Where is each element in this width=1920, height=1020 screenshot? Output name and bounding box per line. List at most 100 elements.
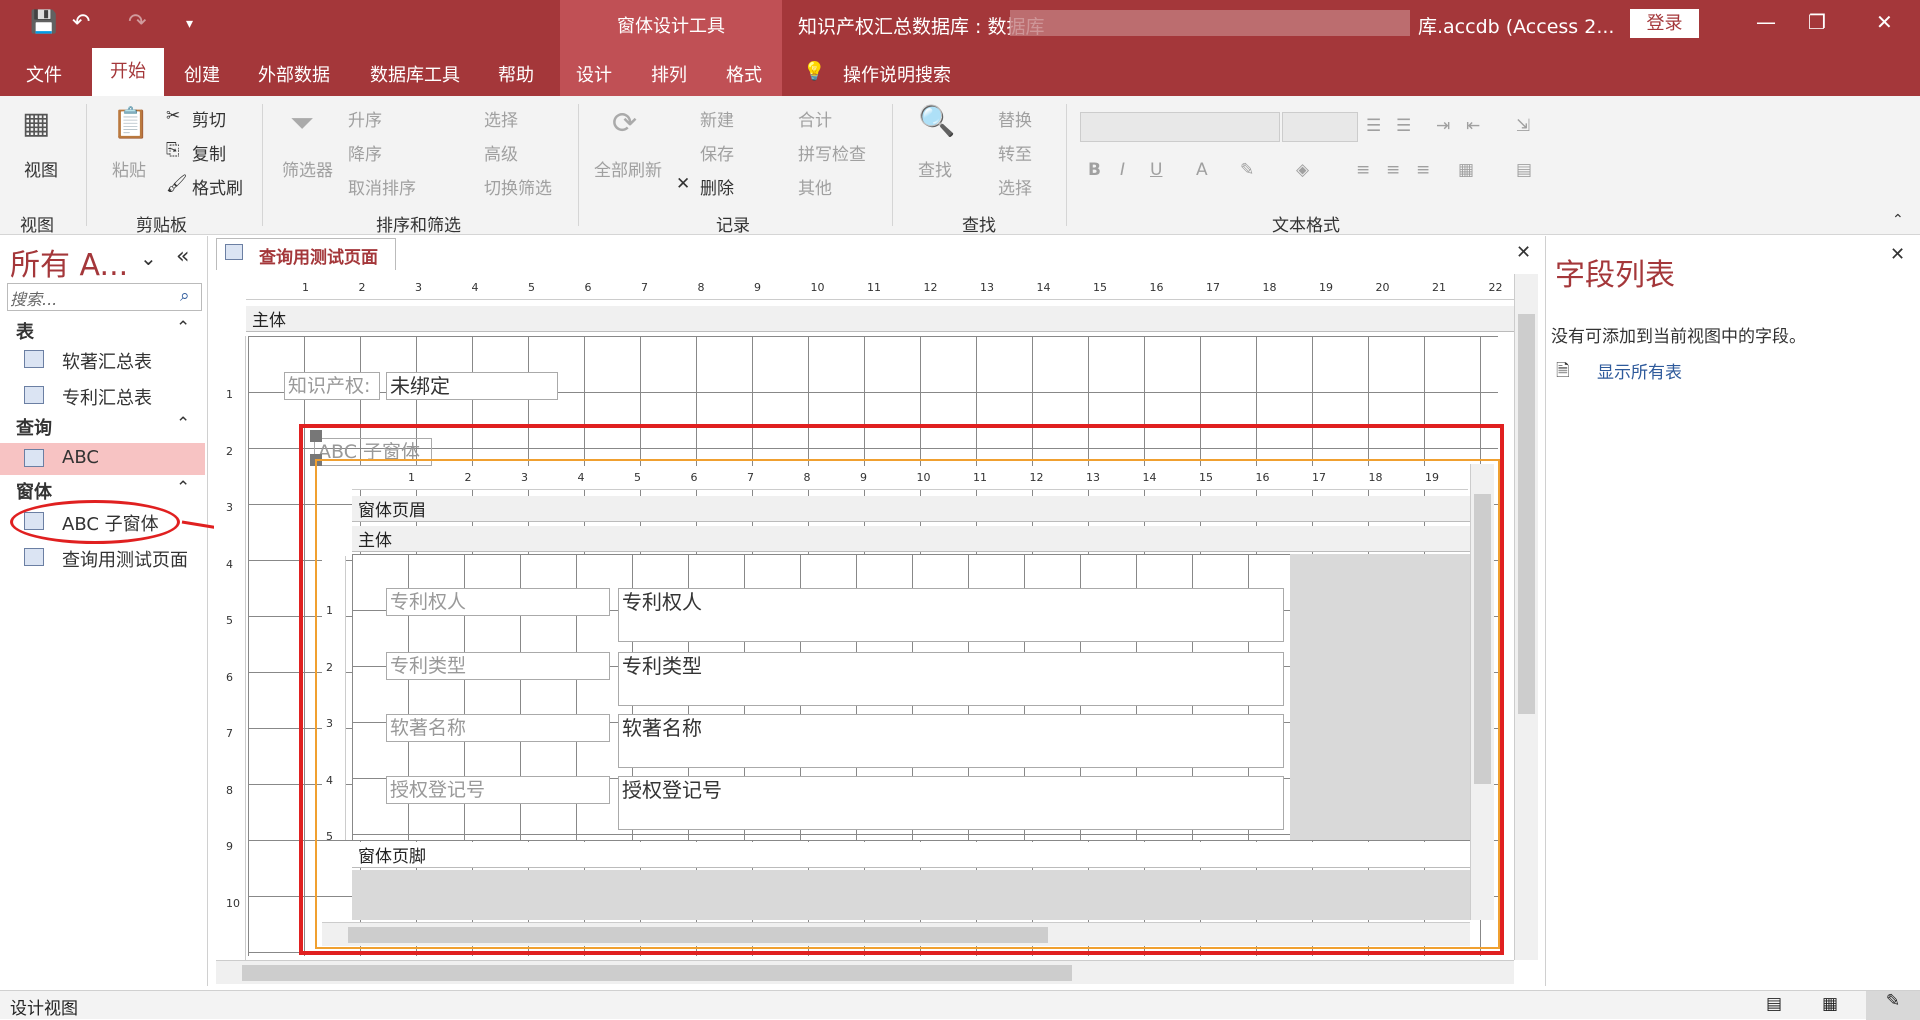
- gridlines-icon[interactable]: ▦: [1458, 160, 1474, 180]
- tab-create[interactable]: 创建: [184, 61, 220, 87]
- bullets-icon[interactable]: ☰: [1366, 116, 1381, 136]
- more-button[interactable]: 其他: [798, 174, 832, 199]
- italic-button[interactable]: I: [1120, 160, 1125, 180]
- alternate-row-icon[interactable]: ▤: [1516, 160, 1532, 180]
- tab-database-tools[interactable]: 数据库工具: [370, 61, 460, 87]
- delete-record-button[interactable]: 删除: [700, 174, 734, 199]
- field-textbox[interactable]: 专利类型: [618, 652, 1284, 706]
- align-right-icon[interactable]: ≡: [1416, 160, 1430, 180]
- search-icon[interactable]: ⌕: [180, 286, 190, 306]
- copy-button[interactable]: 复制: [192, 140, 226, 165]
- highlight-icon[interactable]: ✎: [1240, 160, 1254, 180]
- collapse-ribbon-icon[interactable]: ⌃: [1892, 212, 1904, 228]
- tab-design[interactable]: 设计: [576, 61, 612, 87]
- field-label[interactable]: 专利类型: [386, 652, 610, 680]
- tab-external-data[interactable]: 外部数据: [258, 61, 330, 87]
- advanced-filter-button[interactable]: 高级: [484, 140, 518, 165]
- sort-descending-button[interactable]: 降序: [348, 140, 382, 165]
- refresh-all-icon[interactable]: ⟳: [612, 106, 637, 141]
- tab-file[interactable]: 文件: [26, 61, 62, 87]
- nav-section-tables[interactable]: 表: [16, 318, 34, 344]
- cut-icon[interactable]: ✂: [166, 106, 180, 126]
- login-button[interactable]: 登录: [1630, 9, 1699, 38]
- new-record-button[interactable]: 新建: [700, 106, 734, 131]
- replace-button[interactable]: 替换: [998, 106, 1032, 131]
- save-record-button[interactable]: 保存: [700, 140, 734, 165]
- chevron-up-icon[interactable]: ⌃: [176, 478, 190, 498]
- nav-section-forms[interactable]: 窗体: [16, 478, 52, 504]
- format-painter-icon[interactable]: 🖌: [166, 174, 188, 194]
- font-name-combo[interactable]: [1080, 112, 1280, 142]
- form-vertical-scrollbar[interactable]: [1514, 274, 1538, 960]
- delete-icon[interactable]: ✕: [676, 174, 690, 194]
- subform-horizontal-scrollbar[interactable]: [322, 922, 1470, 946]
- field-label[interactable]: 软著名称: [386, 714, 610, 742]
- design-view-icon[interactable]: ✎: [1866, 991, 1920, 1020]
- field-label[interactable]: 专利权人: [386, 588, 610, 616]
- fill-color-icon[interactable]: ◈: [1296, 160, 1309, 180]
- restore-icon[interactable]: ❐: [1808, 10, 1826, 34]
- close-field-list-icon[interactable]: ✕: [1890, 244, 1905, 265]
- remove-sort-button[interactable]: 取消排序: [348, 174, 416, 199]
- font-size-combo[interactable]: [1282, 112, 1358, 142]
- customize-quick-access-icon[interactable]: ▾: [186, 16, 193, 32]
- refresh-all-button[interactable]: 全部刷新: [594, 156, 662, 181]
- outdent-icon[interactable]: ⇤: [1466, 116, 1480, 136]
- tab-arrange[interactable]: 排列: [651, 61, 687, 87]
- font-color-icon[interactable]: A: [1196, 160, 1208, 180]
- chevron-up-icon[interactable]: ⌃: [176, 318, 190, 338]
- nav-menu-icon[interactable]: ⌄: [140, 246, 157, 270]
- view-icon[interactable]: ▦: [22, 106, 50, 141]
- redo-icon[interactable]: ↷: [128, 10, 146, 35]
- close-document-icon[interactable]: ✕: [1516, 242, 1531, 263]
- collapse-pane-icon[interactable]: «: [176, 244, 189, 269]
- totals-button[interactable]: 合计: [798, 106, 832, 131]
- view-button[interactable]: 视图: [24, 156, 58, 181]
- spelling-button[interactable]: 拼写检查: [798, 140, 866, 165]
- chevron-up-icon[interactable]: ⌃: [176, 414, 190, 434]
- align-center-icon[interactable]: ≡: [1386, 160, 1400, 180]
- close-window-icon[interactable]: ✕: [1876, 10, 1893, 34]
- sort-ascending-button[interactable]: 升序: [348, 106, 382, 131]
- layout-view-icon[interactable]: ▦: [1822, 994, 1838, 1014]
- copy-icon[interactable]: ⎘: [166, 140, 180, 160]
- minimize-icon[interactable]: —: [1756, 10, 1776, 34]
- nav-item-query[interactable]: ABC: [0, 443, 205, 475]
- nav-section-queries[interactable]: 查询: [16, 414, 52, 440]
- format-painter-button[interactable]: 格式刷: [192, 174, 243, 199]
- field-textbox[interactable]: 专利权人: [618, 588, 1284, 642]
- toggle-filter-button[interactable]: 切换筛选: [484, 174, 552, 199]
- paste-icon[interactable]: 📋: [112, 106, 149, 141]
- ip-label[interactable]: 知识产权:: [284, 372, 380, 400]
- nav-item-form[interactable]: 查询用测试页面: [0, 542, 205, 574]
- tab-format[interactable]: 格式: [726, 61, 762, 87]
- paste-button[interactable]: 粘贴: [112, 156, 146, 181]
- nav-item-table[interactable]: 专利汇总表: [0, 380, 205, 412]
- subform-vertical-scrollbar[interactable]: [1470, 464, 1494, 920]
- undo-icon[interactable]: ↶: [72, 10, 90, 35]
- find-icon[interactable]: 🔍: [918, 104, 955, 139]
- show-all-tables-link[interactable]: 显示所有表: [1597, 358, 1682, 383]
- select-button[interactable]: 选择: [998, 174, 1032, 199]
- form-horizontal-scrollbar[interactable]: [216, 960, 1514, 984]
- save-icon[interactable]: 💾: [30, 10, 57, 35]
- nav-pane-title[interactable]: 所有 A...: [10, 240, 128, 284]
- tell-me-search[interactable]: 操作说明搜索: [843, 61, 951, 87]
- filter-button[interactable]: 筛选器: [282, 156, 333, 181]
- filter-icon[interactable]: ⏷: [290, 106, 314, 141]
- text-direction-icon[interactable]: ⇲: [1516, 116, 1530, 136]
- unbound-textbox[interactable]: 未绑定: [386, 372, 558, 400]
- selection-filter-button[interactable]: 选择: [484, 106, 518, 131]
- field-textbox[interactable]: 授权登记号: [618, 776, 1284, 830]
- cut-button[interactable]: 剪切: [192, 106, 226, 131]
- nav-item-table[interactable]: 软著汇总表: [0, 344, 205, 376]
- numbering-icon[interactable]: ☰: [1396, 116, 1411, 136]
- document-tab[interactable]: 查询用测试页面: [216, 238, 396, 270]
- bold-button[interactable]: B: [1088, 160, 1101, 180]
- underline-button[interactable]: U: [1150, 160, 1162, 180]
- form-view-icon[interactable]: ▤: [1766, 994, 1782, 1014]
- indent-icon[interactable]: ⇥: [1436, 116, 1450, 136]
- field-label[interactable]: 授权登记号: [386, 776, 610, 804]
- field-textbox[interactable]: 软著名称: [618, 714, 1284, 768]
- tab-home[interactable]: 开始: [92, 48, 164, 96]
